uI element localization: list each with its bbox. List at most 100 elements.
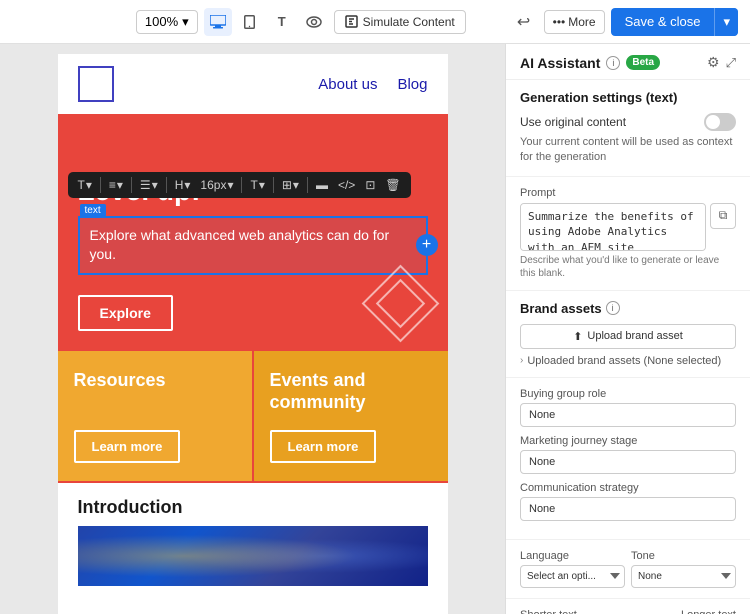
- nav-about-link[interactable]: About us: [318, 76, 377, 93]
- inline-tool-align[interactable]: ≡ ▾: [105, 176, 127, 194]
- comm-strategy-label: Communication strategy: [520, 482, 736, 494]
- chevron-right-icon: ›: [520, 355, 523, 366]
- panel-info-icon[interactable]: i: [606, 56, 620, 70]
- hero-text[interactable]: Explore what advanced web analytics can …: [90, 226, 416, 265]
- text-mode-btn[interactable]: T: [268, 8, 296, 36]
- upload-label: Upload brand asset: [587, 330, 682, 342]
- hero-diamond-inner: [375, 279, 424, 328]
- tone-label: Tone: [631, 550, 736, 562]
- generation-settings-title: Generation settings (text): [520, 90, 736, 105]
- brand-assets-title: Brand assets: [520, 301, 602, 316]
- zoom-selector[interactable]: 100% ▾: [136, 10, 198, 34]
- lang-tone-row: Language Select an opti... English Frenc…: [520, 550, 736, 588]
- brand-info-icon[interactable]: i: [606, 301, 620, 315]
- comm-strategy-select[interactable]: None Informational Persuasive Narrative: [520, 497, 736, 521]
- uploaded-label: Uploaded brand assets (None selected): [527, 355, 721, 367]
- buying-group-label: Buying group role: [520, 388, 736, 400]
- preview-btn[interactable]: [300, 8, 328, 36]
- nav-blog-link[interactable]: Blog: [397, 76, 427, 93]
- resources-title: Resources: [74, 369, 236, 392]
- inline-sep-3: [166, 177, 167, 193]
- use-original-label: Use original content: [520, 115, 626, 129]
- intro-title: Introduction: [78, 497, 428, 518]
- use-original-toggle[interactable]: [704, 113, 736, 131]
- inline-sep-1: [100, 177, 101, 193]
- marketing-stage-field: Marketing journey stage None Awareness C…: [520, 435, 736, 474]
- tone-field: Tone None Professional Casual Inspiratio…: [631, 550, 736, 588]
- text-label: text: [80, 204, 106, 217]
- marketing-stage-select[interactable]: None Awareness Consideration Decision: [520, 450, 736, 474]
- more-btn[interactable]: ••• More: [544, 10, 605, 34]
- hero-section: T ▾ ≡ ▾ ☰ ▾ H ▾ 16px ▾ T ▾ ⊞ ▾ ▬ </> ⊡: [58, 114, 448, 351]
- tone-select[interactable]: None Professional Casual Inspirational: [631, 565, 736, 588]
- dropdowns-section: Buying group role None Decision Maker In…: [506, 378, 750, 540]
- inline-sep-2: [131, 177, 132, 193]
- panel-expand-icon[interactable]: ⤢: [726, 55, 736, 71]
- top-toolbar: 100% ▾ T Simulate Content ↩ ••• More: [0, 0, 750, 44]
- more-label: More: [568, 15, 595, 29]
- undo-btn[interactable]: ↩: [510, 8, 538, 36]
- inline-sep-4: [241, 177, 242, 193]
- prompt-hint: Describe what you'd like to generate or …: [520, 254, 736, 280]
- language-label: Language: [520, 550, 625, 562]
- text-length-section: Shorter text Longer text: [506, 599, 750, 614]
- inline-sep-5: [273, 177, 274, 193]
- toolbar-right: ↩ ••• More Save & close ▾: [510, 8, 738, 36]
- inline-sep-6: [307, 177, 308, 193]
- inline-tool-delete[interactable]: 🗑: [381, 176, 404, 194]
- language-select[interactable]: Select an opti... English French German …: [520, 565, 625, 588]
- buying-group-field: Buying group role None Decision Maker In…: [520, 388, 736, 427]
- buying-group-select[interactable]: None Decision Maker Influencer Practitio…: [520, 403, 736, 427]
- brand-assets-section: Brand assets i ⬆ Upload brand asset › Up…: [506, 291, 750, 378]
- explore-button[interactable]: Explore: [78, 295, 173, 331]
- inline-tool-heading[interactable]: H ▾: [171, 176, 195, 194]
- shorter-text-label: Shorter text: [520, 609, 577, 614]
- panel-title: AI Assistant: [520, 55, 600, 71]
- inline-tool-text[interactable]: T ▾: [74, 176, 96, 194]
- inline-toolbar: T ▾ ≡ ▾ ☰ ▾ H ▾ 16px ▾ T ▾ ⊞ ▾ ▬ </> ⊡: [68, 172, 411, 198]
- simulate-content-btn[interactable]: Simulate Content: [334, 10, 466, 34]
- save-close-btn[interactable]: Save & close ▾: [611, 8, 738, 36]
- longer-text-label: Longer text: [681, 609, 736, 614]
- upload-icon: ⬆: [573, 330, 582, 343]
- text-selection-box[interactable]: text Explore what advanced web analytics…: [78, 216, 428, 275]
- beta-badge: Beta: [626, 55, 660, 70]
- add-content-btn[interactable]: +: [416, 234, 438, 256]
- learn-more-btn-2[interactable]: Learn more: [270, 430, 377, 463]
- nav-logo: [78, 66, 114, 102]
- inline-tool-size[interactable]: 16px ▾: [196, 176, 237, 194]
- save-arrow[interactable]: ▾: [714, 8, 738, 36]
- page-nav: About us Blog: [58, 54, 448, 114]
- resources-section: Resources Learn more Events and communit…: [58, 351, 448, 483]
- simulate-label: Simulate Content: [363, 15, 455, 29]
- prompt-label: Prompt: [520, 187, 736, 199]
- hero-diamond: [361, 264, 439, 342]
- uploaded-assets-row[interactable]: › Uploaded brand assets (None selected): [520, 355, 736, 367]
- inline-tool-list[interactable]: ☰ ▾: [136, 176, 162, 194]
- language-field: Language Select an opti... English Frenc…: [520, 550, 625, 588]
- inline-tool-block[interactable]: ▬: [312, 176, 332, 194]
- panel-settings-icon[interactable]: ⚙: [707, 54, 720, 71]
- desktop-device-btn[interactable]: [204, 8, 232, 36]
- comm-strategy-field: Communication strategy None Informationa…: [520, 482, 736, 521]
- prompt-input-row: ⧉: [520, 203, 736, 251]
- main-layout: About us Blog T ▾ ≡ ▾ ☰ ▾ H ▾ 16px ▾ T ▾: [0, 44, 750, 614]
- inline-tool-code[interactable]: </>: [334, 176, 359, 194]
- events-title: Events and community: [270, 369, 432, 414]
- events-card: Events and community Learn more: [254, 351, 448, 481]
- prompt-copy-btn[interactable]: ⧉: [710, 203, 736, 229]
- inline-tool-copy[interactable]: ⊡: [361, 176, 379, 194]
- lang-tone-section: Language Select an opti... English Frenc…: [506, 540, 750, 599]
- tablet-device-btn[interactable]: [236, 8, 264, 36]
- text-length-labels: Shorter text Longer text: [520, 609, 736, 614]
- page-canvas: About us Blog T ▾ ≡ ▾ ☰ ▾ H ▾ 16px ▾ T ▾: [58, 54, 448, 614]
- use-original-hint: Your current content will be used as con…: [520, 135, 736, 166]
- prompt-textarea[interactable]: [520, 203, 706, 251]
- inline-tool-image[interactable]: ⊞ ▾: [278, 176, 303, 194]
- toggle-knob: [706, 115, 720, 129]
- marketing-stage-label: Marketing journey stage: [520, 435, 736, 447]
- intro-image-overlay: [78, 526, 428, 586]
- inline-tool-text2[interactable]: T ▾: [246, 176, 268, 194]
- upload-brand-asset-btn[interactable]: ⬆ Upload brand asset: [520, 324, 736, 349]
- learn-more-btn-1[interactable]: Learn more: [74, 430, 181, 463]
